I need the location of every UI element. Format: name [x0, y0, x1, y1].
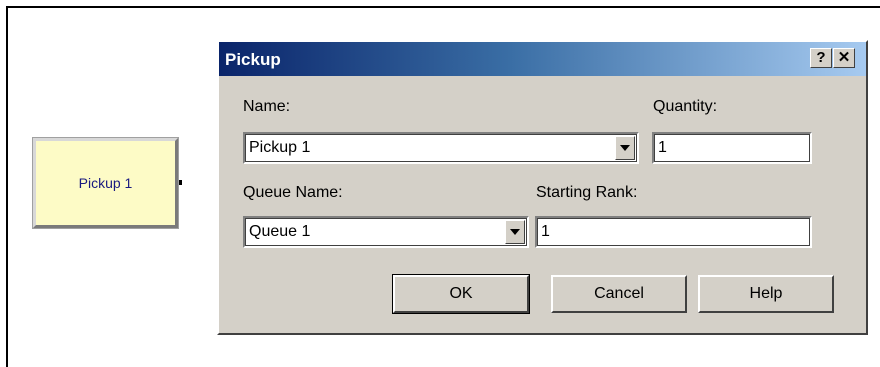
queue-name-dropdown-button[interactable]: [505, 220, 525, 244]
module-exit-port[interactable]: [179, 180, 182, 185]
name-value: Pickup 1: [249, 139, 311, 156]
starting-rank-label: Starting Rank:: [536, 184, 638, 201]
help-icon[interactable]: ?: [810, 48, 832, 68]
quantity-value: 1: [658, 139, 667, 156]
starting-rank-input[interactable]: 1: [535, 216, 812, 248]
canvas-border-left: [6, 6, 8, 367]
pickup-module-block[interactable]: Pickup 1: [32, 137, 179, 229]
dialog-title: Pickup: [225, 50, 281, 69]
name-dropdown-button[interactable]: [615, 136, 635, 160]
name-combobox[interactable]: Pickup 1: [243, 132, 639, 164]
ok-button[interactable]: OK: [392, 274, 530, 314]
dialog-titlebar[interactable]: Pickup ? ✕: [219, 42, 866, 76]
help-button[interactable]: Help: [698, 275, 834, 313]
chevron-down-icon: [620, 145, 630, 151]
queue-name-value: Queue 1: [249, 223, 311, 240]
starting-rank-value: 1: [541, 223, 550, 240]
cancel-button[interactable]: Cancel: [551, 275, 687, 313]
name-label: Name:: [243, 98, 291, 115]
module-label: Pickup 1: [78, 175, 133, 191]
queue-name-label: Queue Name:: [243, 184, 343, 201]
quantity-label: Quantity:: [653, 98, 718, 115]
pickup-dialog: Pickup ? ✕ Name: Quantity: Pickup 1 1 Qu…: [217, 40, 868, 335]
canvas-border-top: [6, 6, 880, 8]
chevron-down-icon: [510, 229, 520, 235]
close-icon[interactable]: ✕: [833, 48, 855, 68]
model-canvas[interactable]: Pickup 1 Pickup ? ✕ Name: Quantity: Pick…: [0, 0, 880, 367]
queue-name-combobox[interactable]: Queue 1: [243, 216, 529, 248]
quantity-input[interactable]: 1: [652, 132, 812, 164]
